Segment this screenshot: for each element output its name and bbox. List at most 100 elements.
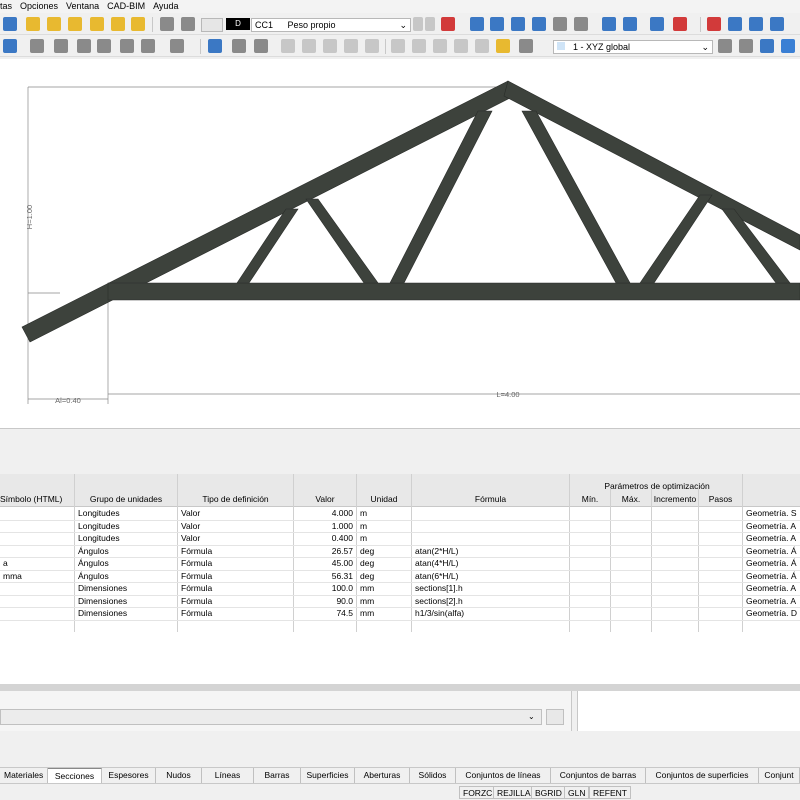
cell-unit-group[interactable]: Ángulos (75, 570, 177, 583)
cell-value[interactable]: 1.000 (294, 520, 356, 533)
tool-icon-39[interactable] (344, 39, 358, 53)
tab-nudos[interactable]: Nudos (156, 768, 202, 783)
tool-icon-30[interactable] (120, 39, 134, 53)
tool-icon-41[interactable] (391, 39, 405, 53)
cell-value[interactable]: 45.00 (294, 557, 356, 570)
tab-superficies[interactable]: Superficies (301, 768, 355, 783)
tool-icon-34[interactable] (232, 39, 246, 53)
cell-formula[interactable] (412, 532, 569, 545)
col-header-increment[interactable]: Incremento (652, 493, 698, 505)
tool-icon-32[interactable] (170, 39, 184, 53)
cell-unit[interactable]: mm (357, 595, 411, 608)
cell-value[interactable]: 4.000 (294, 507, 356, 520)
tab-sólidos[interactable]: Sólidos (410, 768, 456, 783)
cell-comment[interactable]: Geometría. D (743, 607, 800, 620)
cell-unit[interactable]: deg (357, 545, 411, 558)
tool-icon-43[interactable] (433, 39, 447, 53)
tab-conjuntos-de-superficies[interactable]: Conjuntos de superficies (646, 768, 759, 783)
cell-formula[interactable] (412, 520, 569, 533)
tool-icon-3[interactable] (47, 17, 61, 31)
tab-secciones[interactable]: Secciones (48, 768, 102, 783)
cell-unit-group[interactable]: Longitudes (75, 520, 177, 533)
tool-icon-9[interactable] (181, 17, 195, 31)
cell-symbol[interactable] (0, 595, 74, 608)
col-header-steps[interactable]: Pasos (699, 493, 742, 505)
cell-formula[interactable] (412, 507, 569, 520)
tab-espesores[interactable]: Espesores (102, 768, 156, 783)
tool-icon-28[interactable] (77, 39, 91, 53)
col-header-unit[interactable]: Unidad (357, 493, 411, 505)
cell-unit-group[interactable]: Ángulos (75, 557, 177, 570)
tool-icon-40[interactable] (365, 39, 379, 53)
tool-icon-12[interactable] (490, 17, 504, 31)
cell-unit[interactable]: mm (357, 607, 411, 620)
cell-formula[interactable]: atan(6*H/L) (412, 570, 569, 583)
tool-icon-15[interactable] (553, 17, 567, 31)
tool-icon-5[interactable] (90, 17, 104, 31)
tool-icon-21[interactable] (707, 17, 721, 31)
tool-icon-10[interactable] (441, 17, 455, 31)
menu-item-ayuda[interactable]: Ayuda (153, 0, 186, 13)
tool-icon-25[interactable] (3, 39, 17, 53)
cell-definition-type[interactable]: Fórmula (178, 582, 293, 595)
col-header-formula[interactable]: Fórmula (412, 493, 569, 505)
cell-definition-type[interactable]: Valor (178, 520, 293, 533)
status-bgrid[interactable]: BGRID (531, 786, 566, 799)
graphics-viewport[interactable]: H=1.00 Al=0.40 L=4.00 (0, 59, 800, 428)
tool-icon-48[interactable] (718, 39, 732, 53)
tool-icon-4[interactable] (68, 17, 82, 31)
tool-icon-45[interactable] (475, 39, 489, 53)
tool-icon-2[interactable] (26, 17, 40, 31)
cell-comment[interactable]: Geometría. A (743, 520, 800, 533)
cell-definition-type[interactable]: Fórmula (178, 545, 293, 558)
tool-icon-50[interactable] (760, 39, 774, 53)
tool-icon-31[interactable] (141, 39, 155, 53)
chevron-down-icon[interactable]: ⌄ (528, 712, 535, 721)
tab-conjunt[interactable]: Conjunt (759, 768, 800, 783)
tool-icon-18[interactable] (623, 17, 637, 31)
tool-icon-47[interactable] (519, 39, 533, 53)
cell-unit-group[interactable]: Dimensiones (75, 582, 177, 595)
cell-value[interactable]: 74.5 (294, 607, 356, 620)
menu-item-cad-bim[interactable]: CAD-BIM (107, 0, 153, 13)
tool-icon-35[interactable] (254, 39, 268, 53)
cell-comment[interactable]: Geometría. Á (743, 570, 800, 583)
tool-icon-20[interactable] (673, 17, 687, 31)
cell-formula[interactable]: h1/3/sin(alfa) (412, 607, 569, 620)
cell-formula[interactable]: sections[1].h (412, 582, 569, 595)
menu-item-ventana[interactable]: Ventana (66, 0, 107, 13)
cell-comment[interactable]: Geometría. Á (743, 545, 800, 558)
cell-definition-type[interactable]: Valor (178, 507, 293, 520)
tab-conjuntos-de-líneas[interactable]: Conjuntos de líneas (456, 768, 551, 783)
tool-icon-29[interactable] (97, 39, 111, 53)
cell-formula[interactable]: atan(2*H/L) (412, 545, 569, 558)
cell-definition-type[interactable]: Fórmula (178, 570, 293, 583)
tool-icon-42[interactable] (412, 39, 426, 53)
tool-icon-14[interactable] (532, 17, 546, 31)
cell-unit-group[interactable]: Dimensiones (75, 607, 177, 620)
cell-unit-group[interactable]: Longitudes (75, 507, 177, 520)
cell-unit[interactable]: deg (357, 557, 411, 570)
next-load-case-button[interactable] (425, 17, 435, 31)
col-header-unit-group[interactable]: Grupo de unidades (75, 493, 177, 505)
cell-unit[interactable]: m (357, 532, 411, 545)
cell-symbol[interactable] (0, 507, 74, 520)
cell-unit-group[interactable]: Longitudes (75, 532, 177, 545)
tab-conjuntos-de-barras[interactable]: Conjuntos de barras (551, 768, 646, 783)
tool-icon-37[interactable] (302, 39, 316, 53)
cell-formula[interactable]: sections[2].h (412, 595, 569, 608)
cell-symbol[interactable] (0, 545, 74, 558)
tool-icon-22[interactable] (728, 17, 742, 31)
formula-combo[interactable] (0, 709, 542, 725)
cell-unit[interactable]: m (357, 507, 411, 520)
tool-icon-19[interactable] (650, 17, 664, 31)
cell-value[interactable]: 26.57 (294, 545, 356, 558)
cell-unit[interactable]: m (357, 520, 411, 533)
tab-materiales[interactable]: Materiales (0, 768, 48, 783)
status-refent[interactable]: REFENT (589, 786, 631, 799)
tool-icon-27[interactable] (54, 39, 68, 53)
cell-comment[interactable]: Geometría. Á (743, 557, 800, 570)
load-case-select[interactable]: CC1 Peso propio ⌄ (251, 18, 411, 32)
cell-symbol[interactable] (0, 582, 74, 595)
cell-definition-type[interactable]: Valor (178, 532, 293, 545)
